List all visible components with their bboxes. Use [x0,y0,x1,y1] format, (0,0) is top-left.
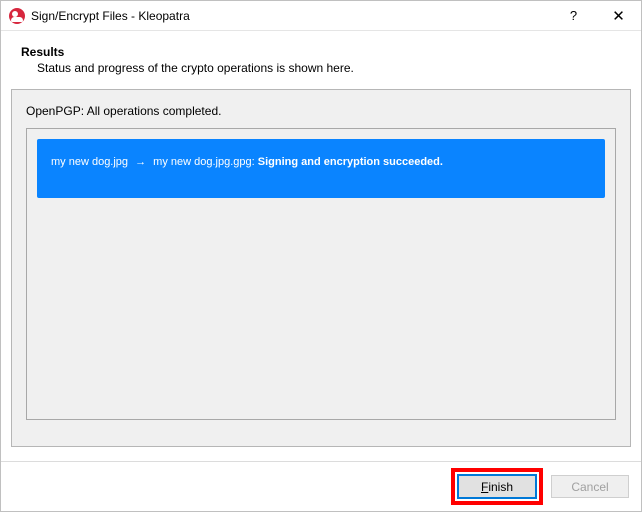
arrow-icon: → [135,156,146,168]
dialog-footer: Finish Cancel [1,461,641,511]
main-panel: OpenPGP: All operations completed. my ne… [11,89,631,447]
status-summary: OpenPGP: All operations completed. [26,104,616,118]
titlebar: Sign/Encrypt Files - Kleopatra ? ✕ [1,1,641,31]
results-heading: Results [21,45,621,59]
results-box: my new dog.jpg → my new dog.jpg.gpg: Sig… [26,128,616,420]
window-title: Sign/Encrypt Files - Kleopatra [31,9,551,23]
result-banner: my new dog.jpg → my new dog.jpg.gpg: Sig… [37,139,605,198]
results-description: Status and progress of the crypto operat… [37,61,621,75]
output-file: my new dog.jpg.gpg [153,156,251,168]
finish-rest: inish [488,480,513,494]
finish-button[interactable]: Finish [458,475,536,498]
titlebar-buttons: ? ✕ [551,1,641,30]
close-button[interactable]: ✕ [596,1,641,30]
input-file: my new dog.jpg [51,156,128,168]
window-body: Results Status and progress of the crypt… [1,31,641,511]
help-button[interactable]: ? [551,1,596,30]
finish-highlight: Finish [451,468,543,505]
app-icon [9,8,25,24]
operation-message: Signing and encryption succeeded. [258,156,443,168]
cancel-button: Cancel [551,475,629,498]
content-header: Results Status and progress of the crypt… [1,31,641,75]
